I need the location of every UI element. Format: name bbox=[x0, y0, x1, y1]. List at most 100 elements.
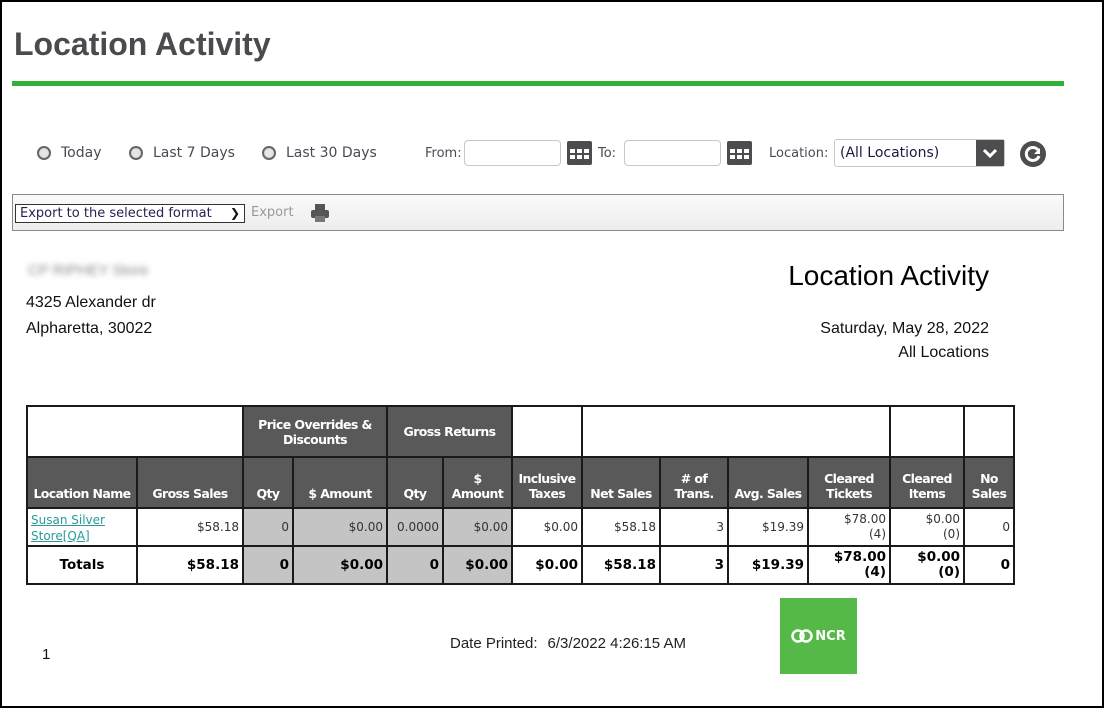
filter-bar: Today Last 7 Days Last 30 Days From: To:… bbox=[0, 138, 1104, 170]
radio-last-7-days-label: Last 7 Days bbox=[153, 145, 235, 161]
cell-location-name: Susan Silver Store[QA] bbox=[26, 507, 138, 547]
cleared-items-count: (0) bbox=[943, 527, 960, 541]
total-avg-sales: $19.39 bbox=[727, 545, 809, 585]
from-date-input[interactable] bbox=[464, 140, 561, 166]
page-title: Location Activity bbox=[14, 26, 271, 62]
group-header-blank bbox=[581, 405, 891, 458]
export-format-select[interactable]: Export to the selected format ❯ bbox=[15, 204, 245, 223]
cell-cleared-tickets: $78.00 (4) bbox=[807, 507, 891, 547]
col-num-trans: # of Trans. bbox=[659, 456, 729, 509]
calendar-icon[interactable] bbox=[567, 141, 592, 165]
radio-last-7-days[interactable]: Last 7 Days bbox=[129, 145, 235, 161]
store-address-line2: Alpharetta, 30022 bbox=[26, 320, 153, 337]
printer-icon[interactable] bbox=[310, 203, 330, 223]
ncr-rings-icon bbox=[791, 629, 814, 643]
total-gross-sales: $58.18 bbox=[136, 545, 244, 585]
date-printed-value: 6/3/2022 4:26:15 AM bbox=[547, 635, 686, 652]
total-po-qty: 0 bbox=[242, 545, 294, 585]
cleared-tickets-amount: $78.00 bbox=[844, 512, 886, 526]
column-header-row: Location Name Gross Sales Qty $ Amount Q… bbox=[26, 456, 1015, 509]
group-header-gross-returns: Gross Returns bbox=[386, 405, 513, 458]
page-number: 1 bbox=[42, 646, 51, 663]
col-cleared-tickets: Cleared Tickets bbox=[807, 456, 891, 509]
report-title: Location Activity bbox=[788, 260, 989, 291]
cleared-tickets-count: (4) bbox=[869, 527, 886, 541]
total-cleared-items-count: (0) bbox=[938, 564, 960, 580]
store-name: CP RIPHEY Store bbox=[28, 262, 149, 279]
cell-gr-qty: 0.0000 bbox=[386, 507, 444, 547]
totals-label: Totals bbox=[26, 545, 138, 585]
chevron-down-icon[interactable] bbox=[976, 140, 1004, 166]
date-printed-label: Date Printed: bbox=[450, 635, 538, 652]
cell-gr-amount: $0.00 bbox=[442, 507, 513, 547]
total-cleared-items-amount: $0.00 bbox=[917, 549, 960, 565]
col-po-qty: Qty bbox=[242, 456, 294, 509]
export-button[interactable]: Export bbox=[251, 205, 294, 220]
total-cleared-items: $0.00 (0) bbox=[889, 545, 965, 585]
refresh-icon[interactable] bbox=[1019, 140, 1047, 168]
ncr-logo-text: NCR bbox=[815, 628, 846, 644]
total-cleared-tickets: $78.00 (4) bbox=[807, 545, 891, 585]
location-select[interactable]: (All Locations) bbox=[834, 139, 1005, 167]
chevron-down-icon: ❯ bbox=[229, 206, 240, 220]
col-net-sales: Net Sales bbox=[581, 456, 661, 509]
radio-last-30-days[interactable]: Last 30 Days bbox=[262, 145, 377, 161]
location-activity-table: Price Overrides & Discounts Gross Return… bbox=[26, 405, 1015, 585]
location-link[interactable]: Susan Silver Store[QA] bbox=[31, 513, 105, 543]
date-printed: Date Printed: 6/3/2022 4:26:15 AM bbox=[450, 635, 686, 652]
cell-po-amount: $0.00 bbox=[292, 507, 388, 547]
col-po-amount: $ Amount bbox=[292, 456, 388, 509]
report-location: All Locations bbox=[898, 344, 989, 361]
total-po-amount: $0.00 bbox=[292, 545, 388, 585]
group-header-blank bbox=[511, 405, 583, 458]
radio-today[interactable]: Today bbox=[37, 145, 102, 161]
total-inclusive-taxes: $0.00 bbox=[511, 545, 583, 585]
to-date-input[interactable] bbox=[624, 140, 721, 166]
cell-cleared-items: $0.00 (0) bbox=[889, 507, 965, 547]
cell-net-sales: $58.18 bbox=[581, 507, 661, 547]
group-header-row: Price Overrides & Discounts Gross Return… bbox=[26, 405, 1015, 458]
cell-gross-sales: $58.18 bbox=[136, 507, 244, 547]
group-header-blank bbox=[889, 405, 965, 458]
total-num-trans: 3 bbox=[659, 545, 729, 585]
radio-today-label: Today bbox=[61, 145, 102, 161]
col-gr-qty: Qty bbox=[386, 456, 444, 509]
col-location-name: Location Name bbox=[26, 456, 138, 509]
total-gr-amount: $0.00 bbox=[442, 545, 513, 585]
radio-circle-icon bbox=[37, 146, 51, 160]
col-avg-sales: Avg. Sales bbox=[727, 456, 809, 509]
cleared-items-amount: $0.00 bbox=[925, 512, 960, 526]
table-row: Susan Silver Store[QA] $58.18 0 $0.00 0.… bbox=[26, 507, 1015, 547]
calendar-icon[interactable] bbox=[727, 141, 752, 165]
cell-po-qty: 0 bbox=[242, 507, 294, 547]
group-header-blank bbox=[26, 405, 244, 458]
report-date: Saturday, May 28, 2022 bbox=[820, 320, 989, 337]
col-cleared-items: Cleared Items bbox=[889, 456, 965, 509]
total-gr-qty: 0 bbox=[386, 545, 444, 585]
store-address-line1: 4325 Alexander dr bbox=[26, 294, 156, 311]
ncr-logo: NCR bbox=[780, 598, 857, 674]
group-header-blank bbox=[963, 405, 1015, 458]
total-cleared-tickets-amount: $78.00 bbox=[833, 549, 886, 565]
report-toolbar: Export to the selected format ❯ Export bbox=[12, 194, 1064, 231]
cell-num-trans: 3 bbox=[659, 507, 729, 547]
cell-inclusive-taxes: $0.00 bbox=[511, 507, 583, 547]
total-cleared-tickets-count: (4) bbox=[864, 564, 886, 580]
total-net-sales: $58.18 bbox=[581, 545, 661, 585]
group-header-price-overrides: Price Overrides & Discounts bbox=[242, 405, 388, 458]
location-select-value: (All Locations) bbox=[840, 145, 940, 161]
col-gr-amount: $ Amount bbox=[442, 456, 513, 509]
radio-last-30-days-label: Last 30 Days bbox=[286, 145, 377, 161]
from-label: From: bbox=[425, 146, 462, 161]
export-format-value: Export to the selected format bbox=[20, 206, 212, 221]
radio-circle-icon bbox=[262, 146, 276, 160]
col-no-sales: No Sales bbox=[963, 456, 1015, 509]
totals-row: Totals $58.18 0 $0.00 0 $0.00 $0.00 $58.… bbox=[26, 545, 1015, 585]
col-gross-sales: Gross Sales bbox=[136, 456, 244, 509]
to-label: To: bbox=[598, 146, 617, 161]
total-no-sales: 0 bbox=[963, 545, 1015, 585]
cell-avg-sales: $19.39 bbox=[727, 507, 809, 547]
cell-no-sales: 0 bbox=[963, 507, 1015, 547]
title-underline bbox=[12, 81, 1064, 86]
location-label: Location: bbox=[769, 146, 829, 161]
